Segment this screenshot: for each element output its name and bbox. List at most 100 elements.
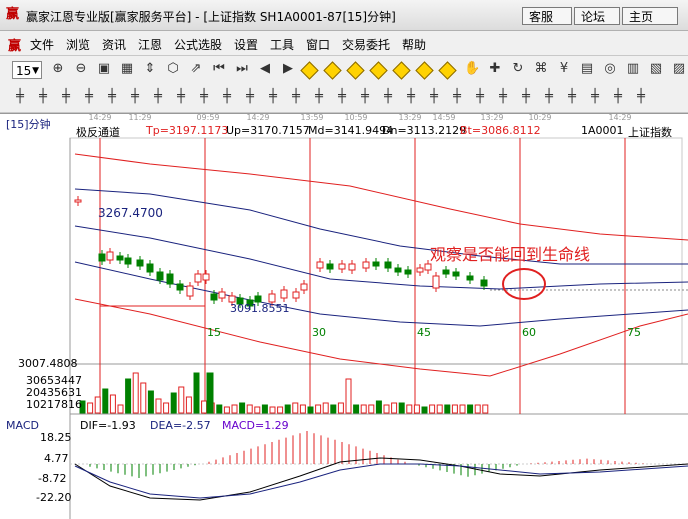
line-7-icon[interactable]: ╪ bbox=[426, 89, 442, 105]
candle-body bbox=[218, 291, 226, 299]
tree-icon[interactable]: ⌘ bbox=[533, 61, 549, 77]
line-8-icon[interactable]: ╪ bbox=[449, 89, 465, 105]
parallel-icon[interactable]: ╪ bbox=[12, 89, 28, 105]
macd-dea: DEA=-2.57 bbox=[150, 419, 211, 432]
volume-bar bbox=[87, 402, 94, 414]
period-select[interactable]: 15 ▼ bbox=[12, 61, 42, 79]
line-10-icon[interactable]: ╪ bbox=[495, 89, 511, 105]
price-panel-frame bbox=[69, 137, 683, 365]
layout-2-icon[interactable]: ▧ bbox=[648, 61, 664, 77]
volume-bar bbox=[391, 402, 398, 414]
circle-icon[interactable]: ╪ bbox=[196, 89, 212, 105]
candle-body bbox=[394, 267, 402, 273]
line-2-icon[interactable]: ╪ bbox=[311, 89, 327, 105]
line-14-icon[interactable]: ╪ bbox=[587, 89, 603, 105]
diamond-2-icon[interactable] bbox=[323, 61, 342, 80]
dn-label: Dn=3113.2129 bbox=[382, 124, 467, 137]
last-icon[interactable]: ⏭ bbox=[234, 61, 250, 77]
diamond-4-icon[interactable] bbox=[369, 61, 388, 80]
price-icon[interactable]: ¥ bbox=[556, 61, 572, 77]
fib-icon[interactable]: ╪ bbox=[127, 89, 143, 105]
menu-gann[interactable]: 江恩 bbox=[138, 36, 162, 53]
line-3-icon[interactable]: ╪ bbox=[334, 89, 350, 105]
line-4-icon[interactable]: ╪ bbox=[357, 89, 373, 105]
cycle-icon[interactable]: ↻ bbox=[510, 61, 526, 77]
zoom-fit-icon[interactable]: ▣ bbox=[96, 61, 112, 77]
diamond-5-icon[interactable] bbox=[392, 61, 411, 80]
shape-icon[interactable]: ⬡ bbox=[165, 61, 181, 77]
zoom-all-icon[interactable]: ▦ bbox=[119, 61, 135, 77]
menu-browse[interactable]: 浏览 bbox=[66, 36, 90, 53]
volume-bar bbox=[178, 386, 185, 414]
calendar-icon[interactable]: ▤ bbox=[579, 61, 595, 77]
candle-body bbox=[156, 271, 164, 281]
homepage-button[interactable]: 主页 bbox=[622, 7, 678, 25]
volume-bar bbox=[436, 404, 443, 414]
volume-bar bbox=[406, 404, 413, 414]
hand-icon[interactable]: ✋ bbox=[464, 61, 480, 77]
price-axis-bottom: 3007.4808 bbox=[18, 357, 78, 370]
candle-body bbox=[432, 275, 440, 289]
line-12-icon[interactable]: ╪ bbox=[541, 89, 557, 105]
arrow-line-icon[interactable]: ⇗ bbox=[188, 61, 204, 77]
cursor-icon[interactable]: ⇕ bbox=[142, 61, 158, 77]
time-label: 13:29 bbox=[480, 114, 503, 122]
cycle-lines-icon[interactable]: ╪ bbox=[242, 89, 258, 105]
line-9-icon[interactable]: ╪ bbox=[472, 89, 488, 105]
candle-body bbox=[326, 263, 334, 270]
volume-bar bbox=[261, 404, 268, 414]
diamond-7-icon[interactable] bbox=[438, 61, 457, 80]
menu-news[interactable]: 资讯 bbox=[102, 36, 126, 53]
gann-square-icon[interactable]: ╪ bbox=[81, 89, 97, 105]
volume-bar bbox=[185, 396, 192, 414]
next-icon[interactable]: ▶ bbox=[280, 61, 296, 77]
volume-bar bbox=[444, 404, 451, 414]
line-11-icon[interactable]: ╪ bbox=[518, 89, 534, 105]
diamond-1-icon[interactable] bbox=[300, 61, 319, 80]
menu-window[interactable]: 窗口 bbox=[306, 36, 330, 53]
fib-time-icon[interactable]: ╪ bbox=[150, 89, 166, 105]
cycle-label-15: 15 bbox=[207, 326, 221, 339]
volume-bar bbox=[451, 404, 458, 414]
prev-icon[interactable]: ◀ bbox=[257, 61, 273, 77]
ring-icon[interactable]: ◎ bbox=[602, 61, 618, 77]
diamond-3-icon[interactable] bbox=[346, 61, 365, 80]
chart-svg[interactable]: 14:29 11:29 09:59 14:29 13:59 10:59 13:29 14:59… bbox=[0, 114, 688, 519]
menu-formula[interactable]: 公式选股 bbox=[174, 36, 222, 53]
line-16-icon[interactable]: ╪ bbox=[633, 89, 649, 105]
line-15-icon[interactable]: ╪ bbox=[610, 89, 626, 105]
line-6-icon[interactable]: ╪ bbox=[403, 89, 419, 105]
zoom-out-icon[interactable]: ⊖ bbox=[73, 61, 89, 77]
arc-icon[interactable]: ╪ bbox=[173, 89, 189, 105]
bt-label: Bt=3086.8112 bbox=[460, 124, 541, 137]
volume-bar bbox=[155, 398, 162, 414]
menu-settings[interactable]: 设置 bbox=[234, 36, 258, 53]
menu-file[interactable]: 文件 bbox=[30, 36, 54, 53]
gann-fan-icon[interactable]: ╪ bbox=[58, 89, 74, 105]
zoom-in-icon[interactable]: ⊕ bbox=[50, 61, 66, 77]
stock-code: 1A0001 bbox=[581, 124, 624, 137]
customer-service-button[interactable]: 客服 bbox=[522, 7, 572, 25]
angle-icon[interactable]: ╪ bbox=[219, 89, 235, 105]
time-label: 14:29 bbox=[608, 114, 631, 122]
gann-grid-icon[interactable]: ╪ bbox=[35, 89, 51, 105]
layout-1-icon[interactable]: ▥ bbox=[625, 61, 641, 77]
diamond-6-icon[interactable] bbox=[415, 61, 434, 80]
box-icon[interactable]: ╪ bbox=[265, 89, 281, 105]
cycle-label-75: 75 bbox=[627, 326, 641, 339]
volume-bar bbox=[383, 404, 390, 414]
volume-bar bbox=[132, 372, 139, 414]
menu-tools[interactable]: 工具 bbox=[270, 36, 294, 53]
period-label: [15]分钟 bbox=[6, 118, 51, 131]
layout-3-icon[interactable]: ▨ bbox=[671, 61, 687, 77]
line-13-icon[interactable]: ╪ bbox=[564, 89, 580, 105]
crosshair-icon[interactable]: ✚ bbox=[487, 61, 503, 77]
line-5-icon[interactable]: ╪ bbox=[380, 89, 396, 105]
gann-box-icon[interactable]: ╪ bbox=[104, 89, 120, 105]
chart-area[interactable]: 14:29 11:29 09:59 14:29 13:59 10:59 13:29 14:59… bbox=[0, 113, 688, 519]
menu-trade[interactable]: 交易委托 bbox=[342, 36, 390, 53]
forum-button[interactable]: 论坛 bbox=[574, 7, 620, 25]
first-icon[interactable]: ⏮ bbox=[211, 61, 227, 77]
line-1-icon[interactable]: ╪ bbox=[288, 89, 304, 105]
menu-help[interactable]: 帮助 bbox=[402, 36, 426, 53]
